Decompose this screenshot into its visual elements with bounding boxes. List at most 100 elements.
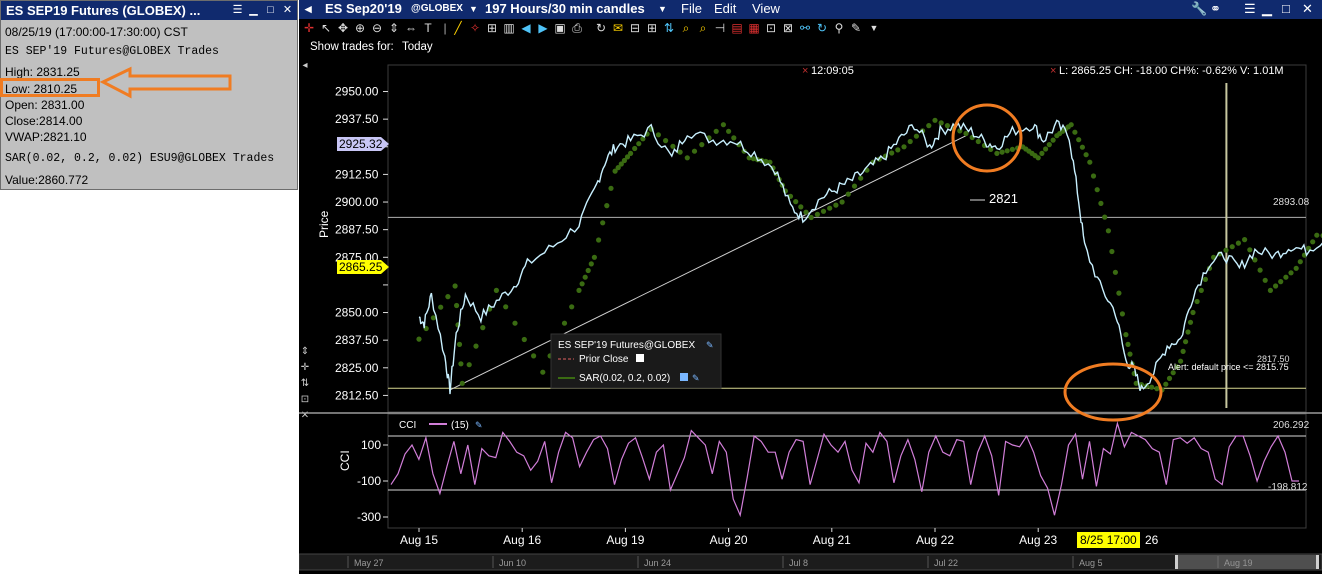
navigator-handle-right[interactable]: [1316, 555, 1319, 569]
print-icon[interactable]: ⎙: [570, 21, 584, 35]
chevron-down-icon[interactable]: ▼: [469, 4, 478, 14]
sar-dot: [994, 150, 1000, 156]
grid-icon[interactable]: ⊞: [645, 21, 659, 35]
menu-edit[interactable]: Edit: [714, 1, 736, 16]
exchange-selector[interactable]: @GLOBEX: [411, 3, 463, 14]
checkbox-icon[interactable]: [680, 373, 688, 381]
search-icon[interactable]: ⌕: [679, 21, 693, 35]
show-trades-selector[interactable]: Today: [402, 41, 433, 53]
refresh-icon[interactable]: ↻: [594, 21, 608, 35]
price-tag-2925-text: 2925.32: [339, 137, 383, 151]
crosshair-icon[interactable]: ✛: [302, 21, 316, 35]
navigator-handle-left[interactable]: [1175, 555, 1178, 569]
compare-icon[interactable]: ⇅: [662, 21, 676, 35]
menu-file[interactable]: File: [681, 1, 702, 16]
snapshot-icon[interactable]: ▣: [553, 21, 567, 35]
menu-icon[interactable]: ☰: [231, 4, 244, 16]
zoom-out-icon[interactable]: ⊖: [370, 21, 384, 35]
time-axis[interactable]: Aug 15 Aug 16 Aug 19 Aug 20 Aug 21 Aug 22 Aug …: [400, 528, 1322, 547]
price-tick-label: 2900.00: [335, 195, 379, 209]
sar-dot: [938, 120, 944, 126]
wrench-icon[interactable]: ✎: [849, 21, 863, 35]
magnify-icon[interactable]: ⌕: [696, 21, 710, 35]
close-x-icon[interactable]: ×: [802, 65, 808, 77]
table-icon[interactable]: ⊡: [764, 21, 778, 35]
autoscale-icon[interactable]: ⇕: [387, 21, 401, 35]
show-trades-label: Show trades for:: [310, 41, 394, 53]
navigator-label: Aug 5: [1079, 558, 1103, 568]
sar-dot: [1166, 375, 1173, 381]
contract-name: ES SEP'19 Futures@GLOBEX Trades: [5, 45, 219, 58]
contract-title[interactable]: ES Sep20'19: [325, 1, 402, 16]
sar-dot: [713, 128, 719, 134]
close-icon[interactable]: ✕: [1302, 1, 1313, 17]
cursor-icon[interactable]: ↖: [319, 21, 333, 35]
chart-titlebar[interactable]: ◂ ES Sep20'19 @GLOBEX ▼ 197 Hours/30 min…: [299, 0, 1322, 19]
sar-value: Value:2860.772: [5, 173, 89, 187]
navigator-label: May 27: [354, 558, 384, 568]
sar-dot: [1116, 290, 1122, 296]
sync-icon[interactable]: ↻: [815, 21, 829, 35]
maximize-icon[interactable]: □: [264, 4, 277, 16]
cci-axis[interactable]: 100 -100 -300: [357, 438, 388, 524]
close-x-icon[interactable]: ×: [1050, 65, 1056, 77]
fib-tool-icon[interactable]: ✧: [468, 21, 482, 35]
sar-dot: [670, 143, 676, 149]
cci-tick-label: 100: [361, 438, 381, 452]
zoom-tool-icon[interactable]: ⚲: [832, 21, 846, 35]
close-icon[interactable]: ✕: [281, 4, 294, 16]
sar-dot: [1183, 339, 1189, 345]
price-tick-label: 2850.00: [335, 306, 379, 320]
wrench-icon[interactable]: 🔧: [1191, 1, 1207, 17]
sar-dot: [458, 361, 464, 367]
lock-icon[interactable]: ⊠: [781, 21, 795, 35]
sar-dot: [466, 362, 472, 368]
wrench-icon[interactable]: ✎: [475, 420, 483, 430]
price-axis[interactable]: 2950.002937.502912.502900.002887.502875.…: [335, 85, 388, 403]
zoom-in-icon[interactable]: ⊕: [353, 21, 367, 35]
text-tool-icon[interactable]: T: [421, 21, 435, 35]
layout-icon[interactable]: ⊟: [628, 21, 642, 35]
wrench-icon[interactable]: ✎: [706, 340, 714, 350]
cci-high-value: 206.292: [1273, 420, 1310, 431]
minimize-icon[interactable]: ▁: [1262, 1, 1272, 17]
sar-dot: [456, 341, 463, 347]
sar-dot: [1273, 283, 1279, 289]
minimize-icon[interactable]: ▁: [247, 4, 260, 16]
forward-icon[interactable]: ▶: [536, 21, 550, 35]
menu-view[interactable]: View: [752, 1, 780, 16]
chevron-down-icon[interactable]: ▼: [867, 21, 881, 35]
period-selector[interactable]: 197 Hours/30 min candles: [485, 1, 645, 16]
link-icon[interactable]: ⚯: [798, 21, 812, 35]
sar-dot: [1123, 332, 1129, 338]
scale-left-icon[interactable]: ⊣: [713, 21, 727, 35]
cci-tick-label: -100: [357, 474, 381, 488]
share-icon[interactable]: ✉: [611, 21, 625, 35]
sar-dot: [521, 336, 527, 343]
fit-icon[interactable]: ⇔: [404, 21, 418, 35]
maximize-icon[interactable]: □: [1282, 1, 1290, 16]
crosshair-time: 12:09:05: [811, 65, 854, 77]
sar-dot: [1068, 122, 1074, 128]
navigator-window[interactable]: [1177, 555, 1317, 569]
menu-icon[interactable]: ☰: [1244, 1, 1256, 17]
line-tool-icon[interactable]: ╱: [451, 21, 465, 35]
window-menu-icon[interactable]: ◂: [305, 1, 312, 17]
orders-icon[interactable]: ▦: [747, 21, 761, 35]
bar-style-icon[interactable]: ▥: [502, 21, 516, 35]
sar-dot: [430, 315, 436, 321]
sar-dot: [889, 150, 895, 156]
wrench-icon[interactable]: ✎: [692, 373, 700, 383]
checkbox-icon[interactable]: [636, 354, 644, 362]
link-icon[interactable]: ⚭: [1210, 1, 1221, 17]
indicator-icon[interactable]: ▤: [730, 21, 744, 35]
chevron-down-icon[interactable]: ▼: [658, 4, 667, 14]
navigator-bar[interactable]: [299, 553, 1322, 571]
scale-icon[interactable]: ⊞: [485, 21, 499, 35]
price-tick-label: 2912.50: [335, 167, 379, 181]
pan-icon[interactable]: ✥: [336, 21, 350, 35]
chart-area[interactable]: 2950.002937.502912.502900.002887.502875.…: [299, 58, 1322, 574]
data-window-titlebar[interactable]: ES SEP19 Futures (GLOBEX) ... ☰ ▁ □ ✕: [1, 1, 297, 20]
sar-dot: [1009, 146, 1016, 152]
back-icon[interactable]: ◀: [519, 21, 533, 35]
